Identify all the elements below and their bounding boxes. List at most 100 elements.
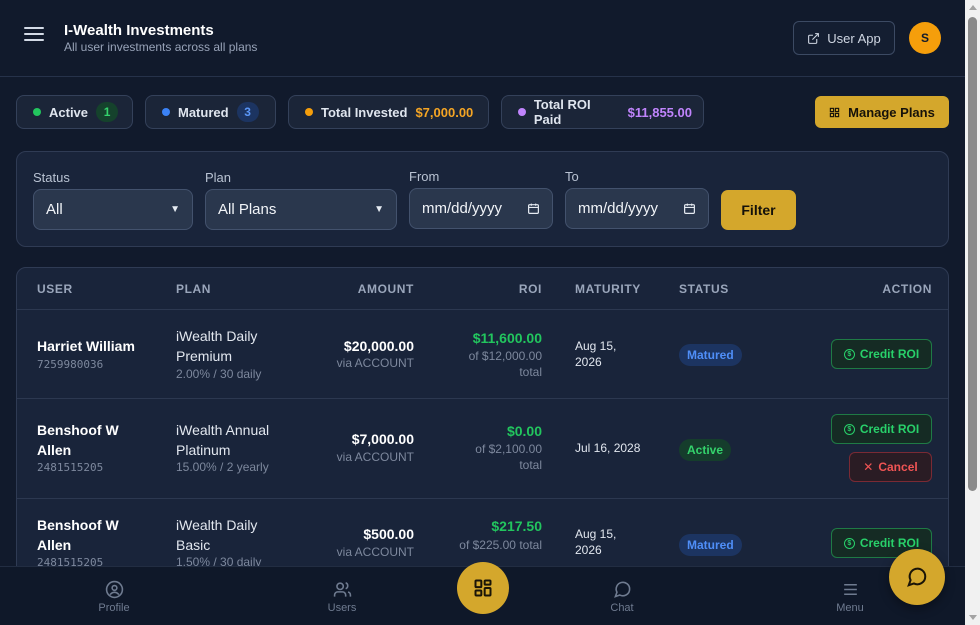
- total-invested-value: $7,000.00: [415, 104, 474, 120]
- hamburger-menu-icon[interactable]: [24, 27, 44, 45]
- chat-bubble-icon: [613, 581, 630, 598]
- plan-name: iWealth Daily Premium: [176, 328, 258, 364]
- dollar-circle-icon: $: [843, 537, 855, 549]
- nav-profile[interactable]: Profile: [64, 567, 164, 625]
- user-name: Benshoof W Allen: [37, 517, 119, 553]
- scroll-up-arrow-icon[interactable]: [969, 5, 977, 10]
- roi-total: of $225.00 total: [459, 538, 542, 552]
- chat-fab-button[interactable]: [889, 549, 945, 605]
- maturity-date: Aug 15, 2026: [575, 339, 617, 369]
- roi-value: $217.50: [491, 518, 542, 534]
- active-stat-pill[interactable]: Active 1: [16, 95, 133, 129]
- plan-select[interactable]: All Plans ▼: [205, 189, 397, 230]
- amount-value: $20,000.00: [343, 338, 414, 354]
- status-badge: Active: [679, 439, 732, 461]
- page-scrollbar[interactable]: [965, 0, 980, 625]
- scrollbar-thumb[interactable]: [968, 17, 977, 491]
- from-date-value: mm/dd/yyyy: [422, 200, 503, 217]
- column-header-status: STATUS: [679, 282, 729, 296]
- calendar-icon[interactable]: [527, 202, 540, 215]
- roi-total: of $12,000.00 total: [468, 349, 542, 379]
- nav-chat[interactable]: Chat: [572, 567, 672, 625]
- users-icon: [333, 581, 351, 597]
- to-date-label: To: [565, 169, 579, 184]
- plan-detail: 15.00% / 2 yearly: [176, 460, 269, 474]
- matured-stat-pill[interactable]: Matured 3: [145, 95, 276, 129]
- credit-roi-label: Credit ROI: [859, 347, 920, 361]
- total-roi-paid-label: Total ROI Paid: [533, 97, 591, 127]
- credit-roi-button[interactable]: $ Credit ROI: [831, 339, 932, 369]
- cancel-label: Cancel: [878, 460, 918, 474]
- page-title: I-Wealth Investments: [64, 22, 214, 39]
- nav-users-label: Users: [327, 601, 357, 614]
- filter-button[interactable]: Filter: [721, 190, 796, 230]
- to-date-value: mm/dd/yyyy: [578, 200, 659, 217]
- status-select-value: All: [46, 201, 63, 218]
- scroll-down-arrow-icon[interactable]: [969, 615, 977, 620]
- menu-icon: [843, 583, 857, 595]
- user-name: Benshoof W Allen: [37, 422, 119, 458]
- plan-name: iWealth Annual Platinum: [176, 422, 270, 458]
- matured-count-badge: 3: [236, 102, 259, 122]
- dollar-circle-icon: $: [843, 348, 855, 360]
- from-date-input[interactable]: mm/dd/yyyy: [409, 188, 553, 229]
- total-roi-paid-value: $11,855.00: [627, 104, 692, 120]
- roi-value: $0.00: [506, 423, 542, 439]
- total-invested-pill: Total Invested $7,000.00: [288, 95, 489, 129]
- status-badge: Matured: [679, 534, 742, 556]
- grid-icon: [829, 107, 840, 117]
- matured-dot-icon: [162, 108, 170, 116]
- amount-source: via ACCOUNT: [336, 356, 414, 370]
- investments-table: USER PLAN AMOUNT ROI MATURITY STATUS ACT…: [16, 267, 949, 587]
- chat-bubble-icon: [907, 567, 927, 587]
- manage-plans-button[interactable]: Manage Plans: [815, 96, 949, 128]
- column-header-action: ACTION: [882, 282, 932, 296]
- roi-value: $11,600.00: [472, 330, 542, 346]
- chevron-down-icon: ▼: [374, 204, 384, 215]
- amount-source: via ACCOUNT: [336, 545, 414, 559]
- chevron-down-icon: ▼: [170, 204, 180, 215]
- matured-stat-label: Matured: [178, 104, 229, 120]
- nav-menu[interactable]: Menu: [800, 567, 900, 625]
- to-date-input[interactable]: mm/dd/yyyy: [565, 188, 709, 229]
- column-header-roi: ROI: [518, 282, 542, 296]
- calendar-icon[interactable]: [683, 202, 696, 215]
- amount-value: $500.00: [363, 526, 414, 542]
- status-badge: Matured: [679, 344, 742, 366]
- status-select[interactable]: All ▼: [33, 189, 193, 230]
- user-id: 7259980036: [37, 358, 104, 371]
- external-link-icon: [808, 32, 820, 44]
- credit-roi-label: Credit ROI: [859, 536, 920, 550]
- grid-icon: [474, 579, 492, 597]
- manage-plans-label: Manage Plans: [848, 104, 935, 120]
- avatar[interactable]: S: [909, 22, 941, 54]
- nav-profile-label: Profile: [98, 601, 130, 614]
- nav-menu-label: Menu: [836, 601, 864, 614]
- dashboard-fab-button[interactable]: [457, 562, 509, 614]
- table-row: Harriet William 7259980036 iWealth Daily…: [17, 310, 948, 399]
- column-header-plan: PLAN: [176, 282, 212, 296]
- credit-roi-button[interactable]: $ Credit ROI: [831, 414, 932, 444]
- user-app-label: User App: [827, 30, 881, 46]
- active-stat-label: Active: [49, 104, 89, 120]
- user-name: Harriet William: [37, 338, 135, 354]
- plan-name: iWealth Daily Basic: [176, 517, 258, 553]
- user-id: 2481515205: [37, 461, 104, 474]
- status-filter-label: Status: [33, 170, 70, 185]
- nav-chat-label: Chat: [610, 601, 634, 614]
- active-dot-icon: [33, 108, 41, 116]
- active-count-badge: 1: [96, 102, 119, 122]
- cancel-button[interactable]: ✕ Cancel: [849, 452, 932, 482]
- amount-value: $7,000.00: [351, 431, 414, 447]
- user-app-button[interactable]: User App: [793, 21, 895, 55]
- column-header-maturity: MATURITY: [575, 282, 641, 296]
- total-invested-label: Total Invested: [321, 104, 408, 120]
- amount-source: via ACCOUNT: [336, 450, 414, 464]
- page-subtitle: All user investments across all plans: [64, 40, 258, 54]
- app-header: I-Wealth Investments All user investment…: [0, 0, 965, 77]
- plan-detail: 2.00% / 30 daily: [176, 367, 262, 381]
- column-header-amount: AMOUNT: [357, 282, 414, 296]
- nav-users[interactable]: Users: [292, 567, 392, 625]
- dollar-circle-icon: $: [843, 423, 855, 435]
- table-row: Benshoof W Allen 2481515205 iWealth Annu…: [17, 399, 948, 499]
